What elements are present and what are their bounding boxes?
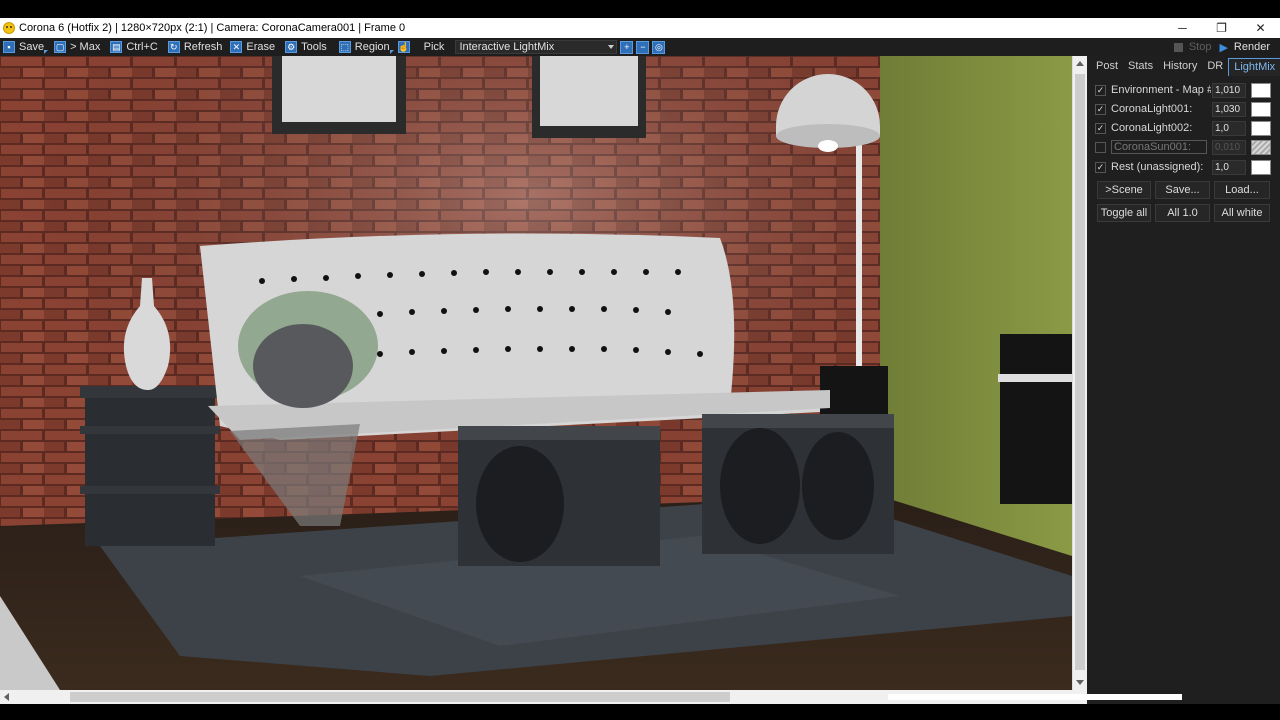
scroll-left-icon[interactable] xyxy=(4,693,9,701)
panel-tabs: Post Stats History DR LightMix xyxy=(1091,58,1280,76)
copy-icon: ▤ xyxy=(110,41,123,53)
tab-dr[interactable]: DR xyxy=(1202,58,1228,76)
light-color-swatch[interactable] xyxy=(1251,121,1271,136)
play-icon: ▶ xyxy=(1219,41,1228,54)
region-dropdown-arrow-icon xyxy=(389,50,394,54)
light-color-swatch[interactable] xyxy=(1251,102,1271,117)
scene-button[interactable]: >Scene xyxy=(1097,181,1151,199)
tab-stats[interactable]: Stats xyxy=(1123,58,1158,76)
render-controls: Stop ▶ Render xyxy=(1173,38,1280,56)
send-to-max-button[interactable]: ▢ > Max xyxy=(51,38,103,56)
copy-label: Ctrl+C xyxy=(126,41,158,53)
toggle-all-button[interactable]: Toggle all xyxy=(1097,204,1151,222)
light-color-swatch[interactable] xyxy=(1251,83,1271,98)
save-label: Save xyxy=(19,41,45,53)
save-lightmix-button[interactable]: Save... xyxy=(1155,181,1210,199)
light-intensity-input[interactable]: 0,010 xyxy=(1212,140,1246,155)
pick-icon: ☝ xyxy=(397,41,410,53)
erase-label: Erase xyxy=(246,41,276,53)
lightmix-row: ✓ Environment - Map # 1,010 xyxy=(1095,81,1275,99)
zoom-fit-icon[interactable]: ◎ xyxy=(652,40,666,54)
scroll-up-icon[interactable] xyxy=(1076,61,1084,66)
window-title: Corona 6 (Hotfix 2) | 1280×720px (2:1) |… xyxy=(19,22,406,34)
all-one-button[interactable]: All 1.0 xyxy=(1155,204,1210,222)
render-button[interactable]: Render xyxy=(1234,41,1270,53)
save-icon: ▪ xyxy=(3,41,15,53)
erase-button[interactable]: ✕ Erase xyxy=(227,38,278,56)
light-intensity-input[interactable]: 1,010 xyxy=(1212,83,1246,98)
erase-icon: ✕ xyxy=(230,41,243,53)
top-black-bar xyxy=(0,0,1280,18)
minimize-button[interactable]: ─ xyxy=(1163,18,1202,38)
taskbar-strip xyxy=(888,694,1182,700)
lightmix-row: ✓ Rest (unassigned): 1,0 xyxy=(1095,158,1275,176)
render-channel-select[interactable]: Interactive LightMix xyxy=(455,40,618,54)
light-checkbox[interactable] xyxy=(1095,141,1106,153)
chevron-down-icon xyxy=(608,45,615,49)
light-checkbox[interactable]: ✓ xyxy=(1095,122,1106,134)
corona-logo-icon xyxy=(3,22,15,34)
tab-post[interactable]: Post xyxy=(1091,58,1123,76)
light-intensity-input[interactable]: 1,0 xyxy=(1212,160,1246,175)
region-icon: ⬚ xyxy=(338,41,351,53)
horizontal-scroll-thumb[interactable] xyxy=(70,692,730,702)
light-intensity-input[interactable]: 1,030 xyxy=(1212,102,1246,117)
render-channel-value: Interactive LightMix xyxy=(459,41,555,53)
save-button[interactable]: ▪ Save xyxy=(0,38,49,56)
all-white-button[interactable]: All white xyxy=(1214,204,1270,222)
light-name: Environment - Map # xyxy=(1111,84,1211,96)
light-name: Rest (unassigned): xyxy=(1111,161,1204,173)
vfb-toolbar: ▪ Save ▢ > Max ▤ Ctrl+C ↻ Refresh ✕ Eras… xyxy=(0,38,1280,56)
lightmix-row: ✓ CoronaLight001: 1,030 xyxy=(1095,100,1275,118)
title-bar: Corona 6 (Hotfix 2) | 1280×720px (2:1) |… xyxy=(0,18,1280,38)
right-panel: Post Stats History DR LightMix ✓ Environ… xyxy=(1087,56,1280,704)
refresh-button[interactable]: ↻ Refresh xyxy=(165,38,226,56)
pick-button[interactable]: ☝ Pick xyxy=(395,38,448,56)
render-image xyxy=(0,56,1072,690)
window-controls: ─ ❐ ✕ xyxy=(1163,18,1280,38)
save-dropdown-arrow-icon xyxy=(44,50,49,54)
vertical-scroll-thumb[interactable] xyxy=(1075,74,1085,670)
tab-lightmix[interactable]: LightMix xyxy=(1228,58,1280,76)
light-name: CoronaSun001: xyxy=(1111,140,1207,154)
stop-button[interactable]: Stop xyxy=(1189,41,1212,53)
restore-button[interactable]: ❐ xyxy=(1202,18,1241,38)
load-lightmix-button[interactable]: Load... xyxy=(1214,181,1270,199)
vertical-scrollbar[interactable] xyxy=(1072,56,1087,690)
light-checkbox[interactable]: ✓ xyxy=(1095,103,1106,115)
gear-icon: ⚙ xyxy=(285,41,298,53)
refresh-label: Refresh xyxy=(183,41,223,53)
stop-icon xyxy=(1173,42,1183,52)
max-icon: ▢ xyxy=(54,41,67,53)
region-label: Region xyxy=(354,41,390,53)
scroll-down-icon[interactable] xyxy=(1076,680,1084,685)
lightmix-row: CoronaSun001: 0,010 xyxy=(1095,138,1275,156)
bottom-black-bar xyxy=(0,704,1280,720)
max-label: > Max xyxy=(70,41,101,53)
tab-history[interactable]: History xyxy=(1158,58,1202,76)
light-color-swatch[interactable] xyxy=(1251,160,1271,175)
copy-button[interactable]: ▤ Ctrl+C xyxy=(107,38,160,56)
light-name: CoronaLight001: xyxy=(1111,103,1193,115)
light-color-swatch[interactable] xyxy=(1251,140,1271,155)
light-checkbox[interactable]: ✓ xyxy=(1095,84,1106,96)
tools-button[interactable]: ⚙ Tools xyxy=(282,38,330,56)
tools-label: Tools xyxy=(301,41,327,53)
pick-label: Pick xyxy=(423,41,445,53)
lightmix-row: ✓ CoronaLight002: 1,0 xyxy=(1095,119,1275,137)
zoom-in-icon[interactable]: + xyxy=(620,40,634,54)
refresh-icon: ↻ xyxy=(167,41,180,53)
light-name: CoronaLight002: xyxy=(1111,122,1193,134)
close-button[interactable]: ✕ xyxy=(1241,18,1280,38)
light-intensity-input[interactable]: 1,0 xyxy=(1212,121,1246,136)
rendered-image-viewport[interactable] xyxy=(0,56,1072,690)
region-button[interactable]: ⬚ Region xyxy=(336,38,394,56)
light-checkbox[interactable]: ✓ xyxy=(1095,161,1106,173)
corona-frame-buffer-window: Corona 6 (Hotfix 2) | 1280×720px (2:1) |… xyxy=(0,0,1280,720)
zoom-out-icon[interactable]: − xyxy=(636,40,650,54)
